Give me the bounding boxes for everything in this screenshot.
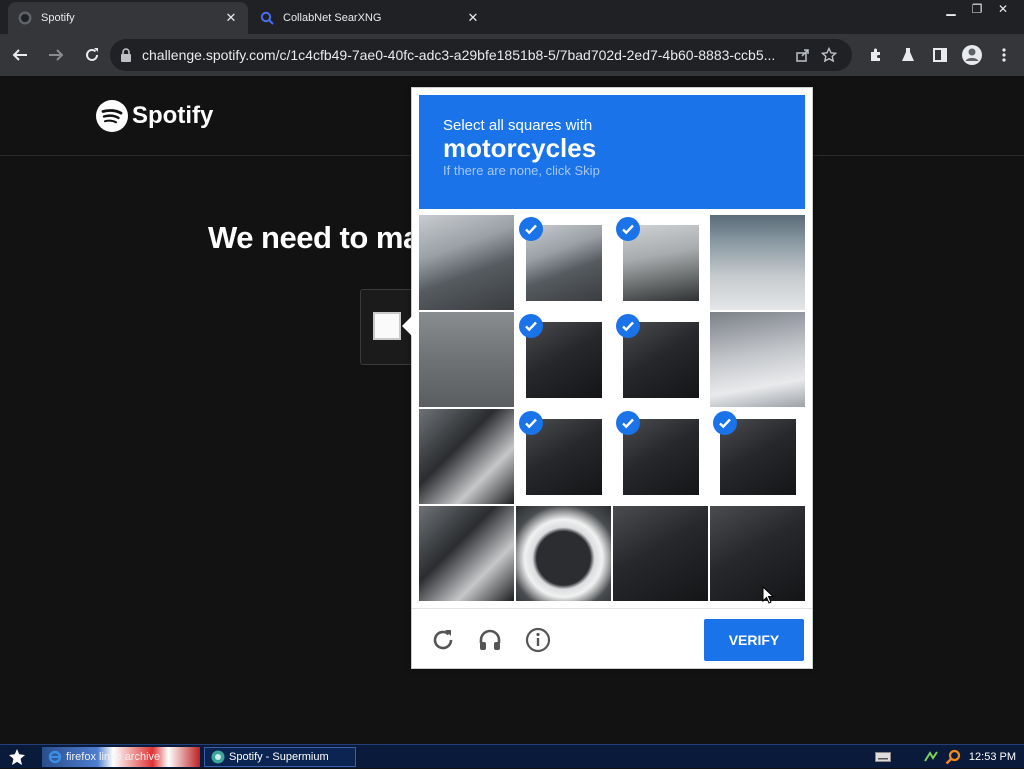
tile-image <box>710 506 805 601</box>
forward-button[interactable] <box>40 39 72 71</box>
window-controls: ▁ ❐ ✕ <box>938 0 1016 18</box>
close-tab-icon[interactable]: ✕ <box>224 10 238 26</box>
tab-spotify[interactable]: Spotify ✕ <box>8 2 248 34</box>
tab-bar: Spotify ✕ CollabNet SearXNG ✕ ▁ ❐ ✕ <box>0 0 1024 34</box>
verify-button[interactable]: VERIFY <box>704 619 804 661</box>
browser-toolbar: challenge.spotify.com/c/1c4cfb49-7ae0-40… <box>0 34 1024 76</box>
search-favicon-icon <box>260 11 274 25</box>
taskbar-item-label: Spotify - Supermium <box>229 751 329 763</box>
search-magnifier-icon[interactable] <box>943 748 963 766</box>
puzzle-extensions-icon[interactable] <box>860 39 892 71</box>
taskbar-item-spotify[interactable]: Spotify - Supermium <box>204 747 356 767</box>
tab-searxng[interactable]: CollabNet SearXNG ✕ <box>250 2 490 34</box>
captcha-tile[interactable] <box>613 312 708 407</box>
captcha-tile-grid <box>419 215 807 603</box>
taskbar-item-firefox[interactable]: firefox linke archive <box>42 747 200 767</box>
captcha-tile[interactable] <box>710 506 805 601</box>
prompt-target-word: motorcycles <box>443 133 597 163</box>
captcha-tile[interactable] <box>613 409 708 504</box>
back-button[interactable] <box>4 39 36 71</box>
network-icon[interactable] <box>921 748 941 766</box>
flask-icon[interactable] <box>892 39 924 71</box>
arrow-right-icon <box>49 49 64 61</box>
captcha-tile[interactable] <box>613 506 708 601</box>
captcha-tile[interactable] <box>516 506 611 601</box>
tile-image <box>613 506 708 601</box>
headphones-audio-icon[interactable] <box>475 625 505 655</box>
tile-image <box>419 312 514 407</box>
prompt-hint: If there are none, click Skip <box>443 163 600 178</box>
dialog-pointer <box>402 316 412 336</box>
tile-image <box>516 506 611 601</box>
taskbar-clock: 12:53 PM <box>968 751 1016 763</box>
close-tab-icon[interactable]: ✕ <box>466 10 480 26</box>
profile-avatar-icon[interactable] <box>956 39 988 71</box>
selected-checkmark-icon <box>616 217 640 241</box>
selected-checkmark-icon <box>713 411 737 435</box>
extension-icons <box>860 39 1020 71</box>
share-icon[interactable] <box>790 42 816 68</box>
reload-challenge-icon[interactable] <box>428 625 458 655</box>
selected-checkmark-icon <box>519 411 543 435</box>
captcha-tile[interactable] <box>419 312 514 407</box>
captcha-tile[interactable] <box>710 215 805 310</box>
restore-icon[interactable]: ❐ <box>964 0 990 18</box>
mouse-cursor-icon <box>762 586 774 604</box>
captcha-tile[interactable] <box>419 506 514 601</box>
selected-checkmark-icon <box>616 411 640 435</box>
selected-checkmark-icon <box>519 314 543 338</box>
tile-image <box>419 506 514 601</box>
reload-button[interactable] <box>76 39 108 71</box>
menu-kebab-icon[interactable] <box>988 39 1020 71</box>
selected-checkmark-icon <box>519 217 543 241</box>
page-headline: We need to ma <box>208 220 420 255</box>
captcha-tile[interactable] <box>710 312 805 407</box>
captcha-tile[interactable] <box>613 215 708 310</box>
url-text[interactable]: challenge.spotify.com/c/1c4cfb49-7ae0-40… <box>142 47 790 63</box>
captcha-tile[interactable] <box>419 215 514 310</box>
captcha-prompt: Select all squares with motorcycles If t… <box>419 95 805 209</box>
tab-title: Spotify <box>41 12 75 24</box>
tile-image <box>710 312 805 407</box>
bookmark-star-icon[interactable] <box>816 42 842 68</box>
minimize-icon[interactable]: ▁ <box>938 0 964 18</box>
captcha-challenge-dialog: Select all squares with motorcycles If t… <box>402 87 813 669</box>
star-start-icon <box>9 749 25 765</box>
system-tray: 12:53 PM <box>871 745 1024 769</box>
spotify-logo[interactable]: Spotify <box>96 100 213 132</box>
address-bar[interactable]: challenge.spotify.com/c/1c4cfb49-7ae0-40… <box>110 39 852 71</box>
tile-image <box>419 215 514 310</box>
taskbar-item-label: firefox linke archive <box>66 751 161 763</box>
captcha-tile[interactable] <box>419 409 514 504</box>
reload-icon <box>86 48 98 61</box>
close-window-icon[interactable]: ✕ <box>990 0 1016 18</box>
info-icon[interactable] <box>523 625 553 655</box>
side-panel-icon[interactable] <box>924 39 956 71</box>
spotify-favicon-icon <box>18 11 32 25</box>
captcha-tile[interactable] <box>516 312 611 407</box>
tab-title: CollabNet SearXNG <box>283 12 382 24</box>
internet-explorer-icon <box>48 750 62 764</box>
supermium-browser-icon <box>211 750 225 764</box>
selected-checkmark-icon <box>616 314 640 338</box>
keyboard-icon[interactable] <box>873 748 893 766</box>
brand-name: Spotify <box>132 102 214 129</box>
lock-icon[interactable] <box>120 48 132 62</box>
captcha-checkbox[interactable] <box>373 312 401 340</box>
captcha-tile[interactable] <box>516 215 611 310</box>
start-button[interactable] <box>4 747 30 767</box>
tile-image <box>419 409 514 504</box>
captcha-tile[interactable] <box>710 409 805 504</box>
captcha-footer: VERIFY <box>412 608 812 668</box>
prompt-instruction: Select all squares with <box>443 117 593 134</box>
arrow-left-icon <box>12 49 27 61</box>
captcha-tile[interactable] <box>516 409 611 504</box>
tile-image <box>710 215 805 310</box>
taskbar: firefox linke archive Spotify - Supermiu… <box>0 744 1024 768</box>
spotify-logo-icon <box>96 100 128 132</box>
